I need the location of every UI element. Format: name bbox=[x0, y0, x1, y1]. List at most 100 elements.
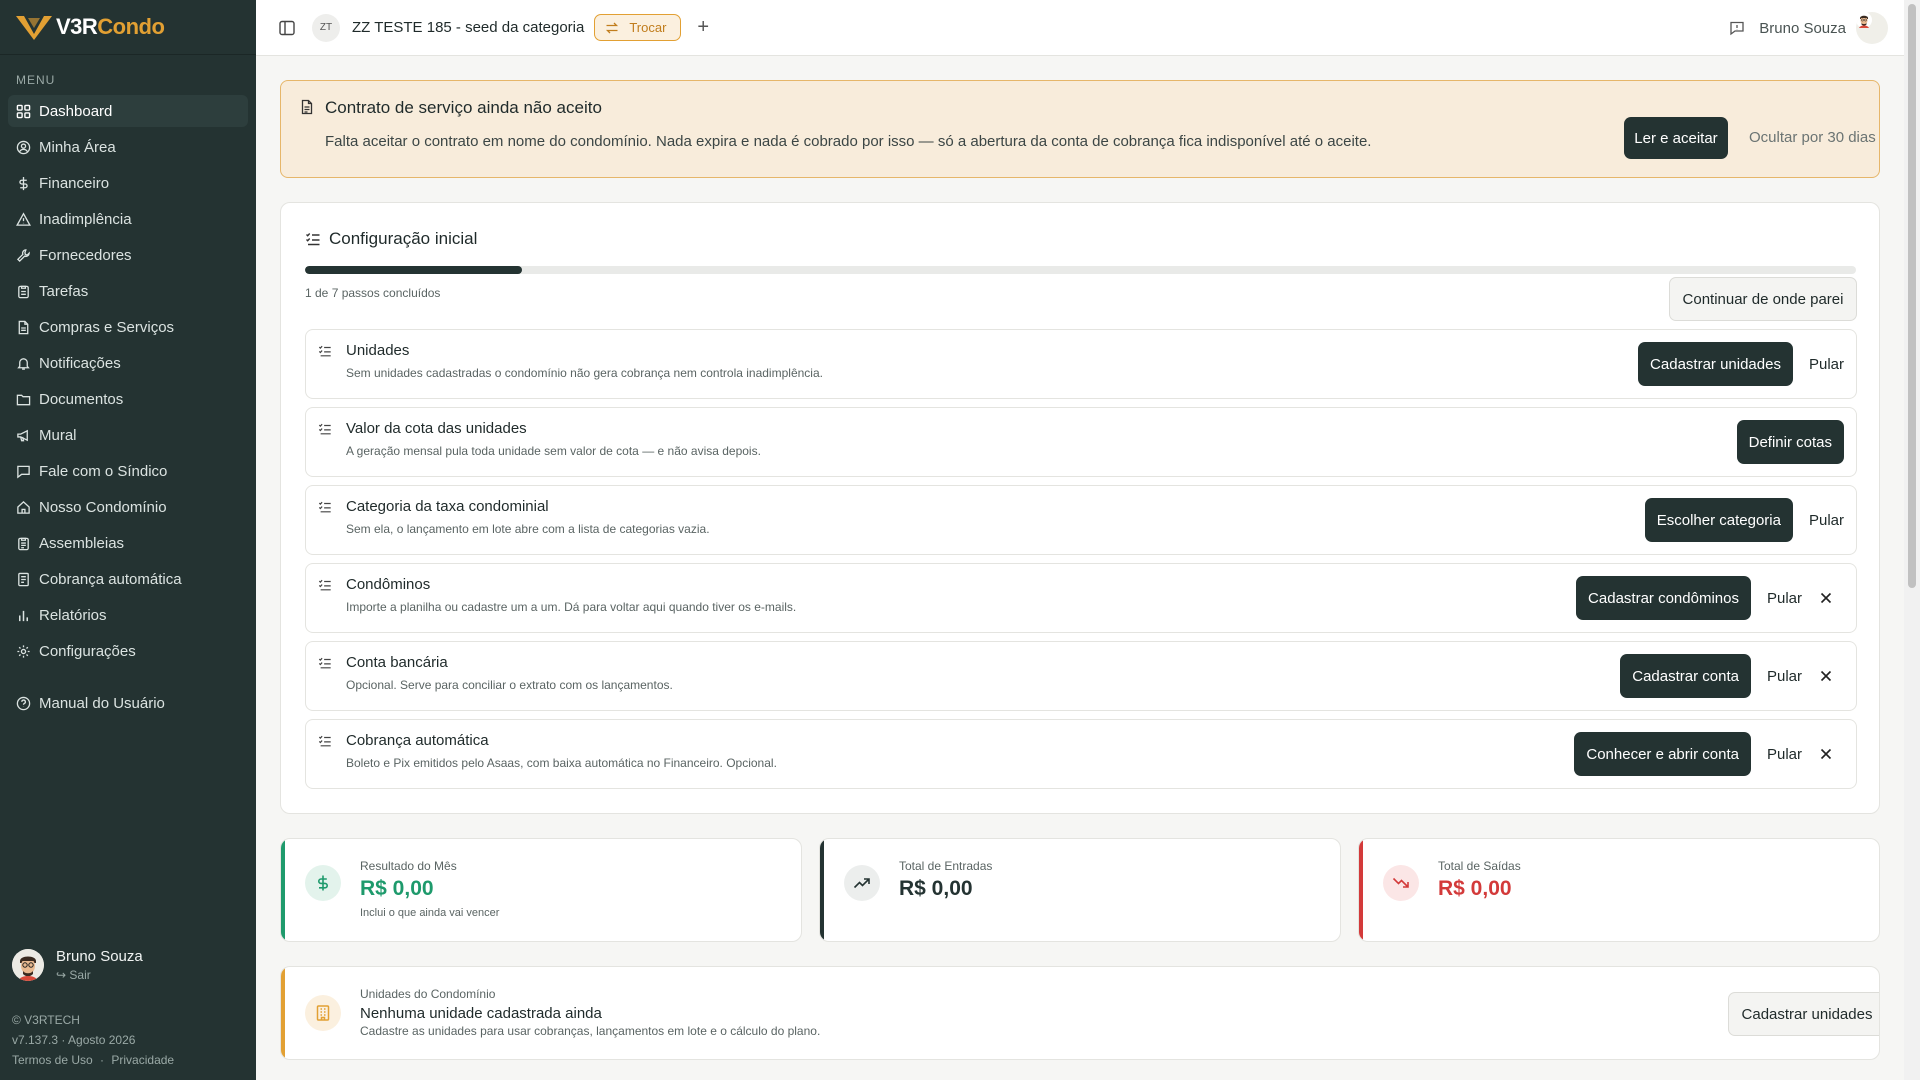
register-units-button[interactable]: Cadastrar unidades bbox=[1638, 342, 1793, 386]
skip-button[interactable]: Pular bbox=[1767, 590, 1802, 607]
bell-icon bbox=[17, 357, 30, 370]
step-actions: Cadastrar conta Pular bbox=[1620, 642, 1856, 710]
card-icon-wrapper bbox=[1383, 865, 1419, 901]
step-title: Unidades bbox=[346, 342, 410, 359]
checklist-icon bbox=[318, 735, 331, 747]
register-units-button[interactable]: Cadastrar unidades bbox=[1728, 992, 1879, 1036]
user-circle-icon bbox=[16, 140, 31, 154]
register-account-button[interactable]: Cadastrar conta bbox=[1620, 654, 1751, 698]
topbar: ZT ZZ TESTE 185 - seed da categoria Troc… bbox=[256, 0, 1904, 56]
checklist-icon bbox=[306, 233, 320, 246]
version: v7.137.3 · Agosto 2026 bbox=[12, 1033, 136, 1047]
sidebar-item-dashboard[interactable]: Dashboard bbox=[8, 95, 248, 127]
continue-button[interactable]: Continuar de onde parei bbox=[1669, 277, 1857, 321]
units-card: Unidades do Condomínio Nenhuma unidade c… bbox=[280, 966, 1880, 1060]
units-label: Unidades do Condomínio bbox=[360, 987, 496, 1001]
dashboard-icon bbox=[16, 104, 31, 118]
sidebar-item-tarefas[interactable]: Tarefas bbox=[8, 275, 248, 307]
sidebar-item-label: Dashboard bbox=[39, 102, 113, 120]
sidebar-item-financeiro[interactable]: Financeiro bbox=[8, 167, 248, 199]
skip-button[interactable]: Pular bbox=[1809, 512, 1844, 529]
card-icon-wrapper bbox=[305, 995, 341, 1031]
sidebar-item-nosso-condominio[interactable]: Nosso Condomínio bbox=[8, 491, 248, 523]
sidebar-user[interactable]: Bruno Souza ↪ Sair bbox=[12, 948, 143, 982]
document-icon bbox=[301, 99, 313, 115]
read-accept-button[interactable]: Ler e aceitar bbox=[1624, 117, 1728, 159]
privacy-link[interactable]: Privacidade bbox=[111, 1053, 174, 1067]
setup-step-cobranca-automatica: Cobrança automática Boleto e Pix emitido… bbox=[305, 719, 1857, 789]
register-residents-button[interactable]: Cadastrar condôminos bbox=[1576, 576, 1751, 620]
sidebar-item-compras[interactable]: Compras e Serviços bbox=[8, 311, 248, 343]
megaphone-icon bbox=[17, 429, 28, 441]
logout-link[interactable]: ↪ Sair bbox=[56, 968, 143, 982]
sidebar-toggle-icon[interactable] bbox=[278, 19, 296, 37]
condo-name: ZZ TESTE 185 - seed da categoria bbox=[352, 19, 585, 36]
page-scrollbar[interactable] bbox=[1904, 0, 1920, 1080]
sidebar-item-cobranca[interactable]: Cobrança automática bbox=[8, 563, 248, 595]
switch-condo-button[interactable]: Trocar bbox=[594, 14, 682, 41]
gear-icon bbox=[17, 644, 30, 658]
step-actions: Definir cotas bbox=[1736, 408, 1856, 476]
define-quotas-button[interactable]: Definir cotas bbox=[1736, 420, 1844, 464]
step-actions: Conhecer e abrir conta Pular bbox=[1574, 720, 1856, 788]
checklist-icon bbox=[318, 657, 331, 669]
topbar-user-name[interactable]: Bruno Souza bbox=[1759, 20, 1846, 37]
contract-alert: Contrato de serviço ainda não aceito Fal… bbox=[280, 80, 1880, 178]
checklist-icon bbox=[318, 423, 331, 435]
sidebar-item-fale-sindico[interactable]: Fale com o Síndico bbox=[8, 455, 248, 487]
sidebar-item-inadimplencia[interactable]: Inadimplência bbox=[8, 203, 248, 235]
step-description: Sem unidades cadastradas o condomínio nã… bbox=[346, 366, 823, 380]
close-icon bbox=[1820, 748, 1832, 760]
feedback-icon[interactable] bbox=[1729, 20, 1745, 36]
skip-button[interactable]: Pular bbox=[1767, 668, 1802, 685]
skip-button[interactable]: Pular bbox=[1809, 356, 1844, 373]
nav-divider bbox=[8, 671, 248, 687]
sidebar-item-label: Notificações bbox=[39, 354, 121, 372]
clipboard-icon bbox=[18, 285, 29, 298]
dismiss-step-button[interactable] bbox=[1806, 656, 1846, 696]
bar-chart-icon bbox=[19, 610, 28, 621]
scroll-thumb[interactable] bbox=[1908, 4, 1916, 588]
card-accent-bar bbox=[820, 839, 824, 941]
sidebar-item-minha-area[interactable]: Minha Área bbox=[8, 131, 248, 163]
avatar-face-icon bbox=[1856, 12, 1872, 28]
card-label: Total de Saídas bbox=[1438, 859, 1521, 873]
sidebar-item-label: Tarefas bbox=[39, 282, 89, 300]
sidebar-item-label: Nosso Condomínio bbox=[39, 498, 167, 516]
dismiss-step-button[interactable] bbox=[1806, 734, 1846, 774]
setup-progress-bar bbox=[305, 266, 1856, 274]
clipboard-list-icon bbox=[18, 537, 29, 550]
hide-30-days-button[interactable]: Ocultar por 30 dias bbox=[1749, 117, 1876, 159]
add-condo-button[interactable]: + bbox=[697, 16, 709, 39]
brand-logo[interactable]: V3RCondo bbox=[0, 0, 256, 55]
sidebar-item-mural[interactable]: Mural bbox=[8, 419, 248, 451]
avatar[interactable] bbox=[1856, 12, 1888, 44]
setup-step-cota: Valor da cota das unidades A geração men… bbox=[305, 407, 1857, 477]
chat-icon bbox=[17, 465, 30, 478]
sidebar-item-manual[interactable]: Manual do Usuário bbox=[8, 687, 248, 719]
skip-button[interactable]: Pular bbox=[1767, 746, 1802, 763]
menu-label: MENU bbox=[16, 73, 56, 87]
step-actions: Cadastrar condôminos Pular bbox=[1576, 564, 1856, 632]
choose-category-button[interactable]: Escolher categoria bbox=[1644, 498, 1793, 542]
card-label: Total de Entradas bbox=[899, 859, 993, 873]
sidebar-item-label: Documentos bbox=[39, 390, 124, 408]
open-account-button[interactable]: Conhecer e abrir conta bbox=[1574, 732, 1751, 776]
sidebar-item-configuracoes[interactable]: Configurações bbox=[8, 635, 248, 667]
sidebar-item-relatorios[interactable]: Relatórios bbox=[8, 599, 248, 631]
sidebar-item-documentos[interactable]: Documentos bbox=[8, 383, 248, 415]
swap-icon bbox=[606, 22, 619, 33]
terms-link[interactable]: Termos de Uso bbox=[12, 1053, 93, 1067]
dismiss-step-button[interactable] bbox=[1806, 578, 1846, 618]
close-icon bbox=[1820, 592, 1832, 604]
sidebar-item-fornecedores[interactable]: Fornecedores bbox=[8, 239, 248, 271]
sidebar-item-label: Inadimplência bbox=[39, 210, 132, 228]
sidebar-item-notificacoes[interactable]: Notificações bbox=[8, 347, 248, 379]
step-title: Valor da cota das unidades bbox=[346, 420, 527, 437]
units-description: Cadastre as unidades para usar cobranças… bbox=[360, 1024, 821, 1038]
logo-crown-icon bbox=[16, 16, 52, 40]
topbar-right: Bruno Souza bbox=[1729, 0, 1888, 56]
sidebar-item-label: Mural bbox=[39, 426, 77, 444]
total-income-card: Total de Entradas R$ 0,00 bbox=[819, 838, 1341, 942]
sidebar-item-assembleias[interactable]: Assembleias bbox=[8, 527, 248, 559]
